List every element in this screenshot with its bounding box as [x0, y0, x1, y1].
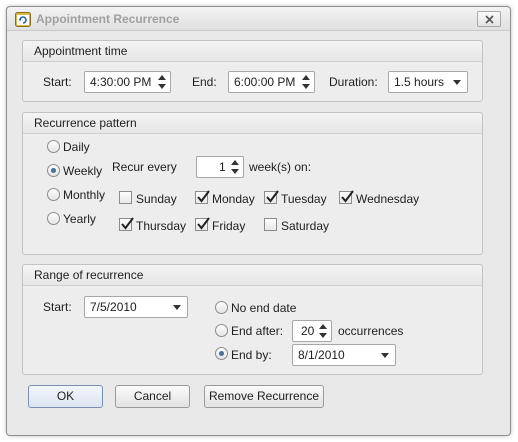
- checkmark-icon: [121, 217, 134, 230]
- range-start-label: Start:: [43, 300, 72, 314]
- end-after-label: End after:: [231, 324, 284, 338]
- end-time-label: End:: [192, 75, 217, 89]
- friday-checkbox[interactable]: [195, 217, 210, 231]
- friday-label: Friday: [212, 219, 246, 233]
- close-button[interactable]: [477, 11, 501, 27]
- monday-label: Monday: [212, 192, 255, 206]
- end-time-spin-buttons[interactable]: [301, 74, 312, 90]
- recur-every-value: 1: [219, 160, 226, 174]
- no-end-date-label: No end date: [231, 301, 297, 315]
- yearly-label: Yearly: [63, 212, 96, 226]
- chevron-down-icon: [453, 80, 461, 85]
- title-bar: Appointment Recurrence: [7, 7, 510, 31]
- radio-daily[interactable]: [47, 140, 60, 153]
- radio-yearly[interactable]: [47, 212, 60, 225]
- chevron-down-icon: [381, 353, 389, 358]
- duration-value: 1.5 hours: [394, 75, 445, 89]
- end-time-spinner[interactable]: 6:00:00 PM: [228, 71, 315, 93]
- wednesday-checkbox[interactable]: [339, 190, 354, 204]
- sunday-checkbox[interactable]: [119, 191, 132, 204]
- weeks-on-label: week(s) on:: [249, 160, 312, 174]
- radio-monthly[interactable]: [47, 188, 60, 201]
- monthly-label: Monthly: [63, 188, 106, 202]
- appointment-time-heading: Appointment time: [23, 41, 482, 62]
- tuesday-label: Tuesday: [281, 192, 327, 206]
- app-icon: [15, 12, 31, 27]
- wednesday-label: Wednesday: [356, 192, 420, 206]
- checkmark-icon: [197, 190, 210, 203]
- end-by-date[interactable]: 8/1/2010: [292, 344, 396, 366]
- range-of-recurrence-group: Range of recurrence Start: 7/5/2010 No e…: [22, 264, 483, 375]
- daily-label: Daily: [63, 140, 90, 154]
- radio-no-end-date[interactable]: [215, 301, 228, 314]
- monday-checkbox[interactable]: [195, 190, 210, 204]
- saturday-checkbox[interactable]: [264, 218, 277, 231]
- radio-weekly[interactable]: [47, 164, 60, 177]
- ok-button[interactable]: OK: [28, 385, 103, 408]
- thursday-label: Thursday: [136, 219, 187, 233]
- duration-dropdown[interactable]: 1.5 hours: [388, 71, 468, 93]
- start-time-spin-buttons[interactable]: [157, 74, 168, 90]
- start-time-spinner[interactable]: 4:30:00 PM: [84, 71, 171, 93]
- checkmark-icon: [341, 190, 354, 203]
- checkmark-icon: [197, 217, 210, 230]
- saturday-label: Saturday: [281, 219, 330, 233]
- range-start-value: 7/5/2010: [90, 300, 137, 314]
- end-after-value: 20: [301, 324, 315, 338]
- weekly-label: Weekly: [63, 164, 103, 178]
- end-by-label: End by:: [231, 348, 272, 362]
- recur-every-spinner[interactable]: 1: [196, 156, 244, 178]
- start-time-value: 4:30:00 PM: [90, 75, 152, 89]
- range-heading: Range of recurrence: [23, 265, 482, 286]
- recur-every-label: Recur every: [112, 160, 177, 174]
- checkmark-icon: [266, 190, 279, 203]
- recur-every-spin-buttons[interactable]: [230, 159, 241, 175]
- end-time-value: 6:00:00 PM: [234, 75, 296, 89]
- recurrence-pattern-group: Recurrence pattern Daily Weekly Monthly …: [22, 112, 483, 255]
- cancel-button[interactable]: Cancel: [115, 385, 190, 408]
- end-by-value: 8/1/2010: [298, 348, 345, 362]
- sunday-label: Sunday: [136, 192, 177, 206]
- range-start-date[interactable]: 7/5/2010: [84, 296, 188, 318]
- radio-end-by[interactable]: [215, 347, 228, 360]
- tuesday-checkbox[interactable]: [264, 190, 279, 204]
- thursday-checkbox[interactable]: [119, 217, 134, 231]
- chevron-down-icon: [173, 305, 181, 310]
- duration-label: Duration:: [329, 75, 378, 89]
- remove-recurrence-button[interactable]: Remove Recurrence: [204, 385, 324, 408]
- radio-end-after[interactable]: [215, 324, 228, 337]
- end-after-spin-buttons[interactable]: [318, 323, 329, 339]
- appointment-time-group: Appointment time Start: 4:30:00 PM End: …: [22, 40, 483, 102]
- occurrences-label: occurrences: [338, 324, 404, 338]
- window-title: Appointment Recurrence: [36, 12, 180, 26]
- recurrence-pattern-heading: Recurrence pattern: [23, 113, 482, 134]
- close-icon: [484, 14, 494, 24]
- start-time-label: Start:: [43, 75, 72, 89]
- end-after-spinner[interactable]: 20: [292, 320, 332, 342]
